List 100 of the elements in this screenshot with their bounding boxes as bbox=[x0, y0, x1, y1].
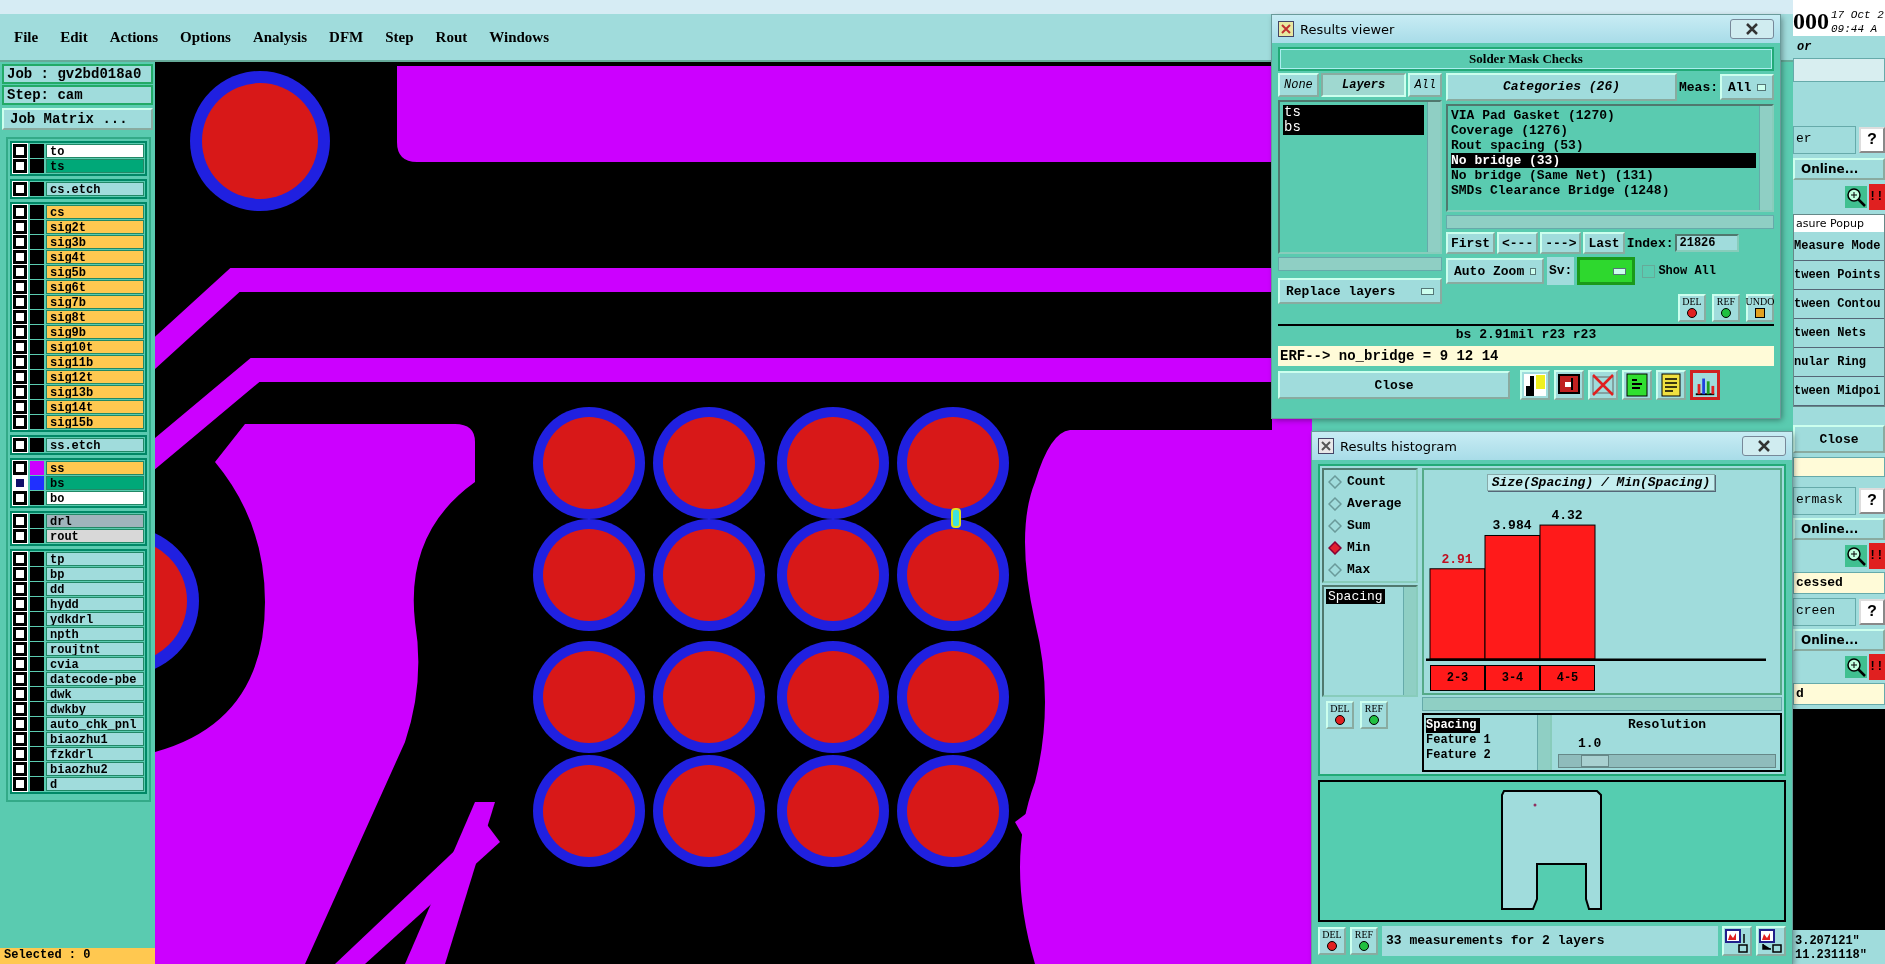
layer-checkbox[interactable] bbox=[13, 491, 27, 505]
layer-name[interactable]: ss bbox=[46, 461, 144, 475]
scrollbar[interactable] bbox=[1537, 715, 1550, 770]
menu-item[interactable]: DFM bbox=[329, 26, 364, 48]
zoom-dropdown[interactable]: Auto Zoom bbox=[1446, 258, 1544, 284]
meas-dropdown[interactable]: All bbox=[1720, 74, 1774, 100]
layer-name[interactable]: dd bbox=[46, 582, 144, 596]
layer-checkbox[interactable] bbox=[13, 280, 27, 294]
text-field[interactable] bbox=[1793, 58, 1885, 82]
layer-name[interactable]: rout bbox=[46, 529, 144, 543]
layer-checkbox[interactable] bbox=[13, 265, 27, 279]
radio-button[interactable] bbox=[1328, 474, 1342, 489]
layer-name[interactable]: drl bbox=[46, 514, 144, 528]
layer-checkbox[interactable] bbox=[13, 340, 27, 354]
slider-thumb[interactable] bbox=[1580, 755, 1609, 767]
layer-checkbox[interactable] bbox=[13, 582, 27, 596]
zoom-in-icon[interactable] bbox=[1845, 545, 1867, 567]
nav-button[interactable]: First bbox=[1446, 232, 1495, 254]
layer-checkbox[interactable] bbox=[13, 687, 27, 701]
layer-checkbox[interactable] bbox=[13, 514, 27, 528]
radio-button[interactable] bbox=[1328, 518, 1342, 533]
popup-item[interactable]: Measure Mode bbox=[1794, 232, 1884, 261]
layer-name[interactable]: dwk bbox=[46, 687, 144, 701]
close-icon[interactable] bbox=[1742, 436, 1786, 456]
scrollbar[interactable] bbox=[1446, 215, 1774, 229]
layer-name[interactable]: sig9b bbox=[46, 325, 144, 339]
histogram-bar[interactable] bbox=[1484, 535, 1541, 660]
zoom-in-icon[interactable] bbox=[1845, 186, 1867, 208]
layer-checkbox[interactable] bbox=[13, 627, 27, 641]
toolbar-button[interactable] bbox=[1690, 370, 1720, 400]
scrollbar[interactable] bbox=[1403, 587, 1416, 695]
radio-button[interactable] bbox=[1328, 562, 1342, 577]
layer-name[interactable]: auto_chk_pnl bbox=[46, 717, 144, 731]
layer-checkbox[interactable] bbox=[13, 385, 27, 399]
layer-checkbox[interactable] bbox=[13, 235, 27, 249]
layer-checkbox[interactable] bbox=[13, 732, 27, 746]
layer-name[interactable]: bo bbox=[46, 491, 144, 505]
list-item[interactable]: No bridge (33) bbox=[1451, 153, 1756, 168]
layer-name[interactable]: sig12t bbox=[46, 370, 144, 384]
layer-checkbox[interactable] bbox=[13, 461, 27, 475]
layer-name[interactable]: datecode-pbe bbox=[46, 672, 144, 686]
histogram-bar[interactable] bbox=[1429, 568, 1486, 660]
action-button[interactable]: REF bbox=[1360, 701, 1388, 729]
layer-name[interactable]: roujtnt bbox=[46, 642, 144, 656]
layer-name[interactable]: sig10t bbox=[46, 340, 144, 354]
list-item[interactable]: Feature 2 bbox=[1426, 748, 1535, 763]
popup-item[interactable]: tween Contou bbox=[1794, 290, 1884, 319]
layer-checkbox[interactable] bbox=[13, 310, 27, 324]
nav-button[interactable]: ---> bbox=[1540, 232, 1582, 254]
scrollbar[interactable] bbox=[1427, 102, 1440, 252]
nav-button[interactable]: <--- bbox=[1497, 232, 1539, 254]
layer-checkbox[interactable] bbox=[13, 159, 27, 173]
online-button[interactable]: Online... bbox=[1793, 629, 1885, 651]
layer-checkbox[interactable] bbox=[13, 400, 27, 414]
list-item[interactable]: Spacing bbox=[1426, 718, 1481, 733]
action-button[interactable]: REF bbox=[1350, 927, 1378, 955]
layer-name[interactable]: cs bbox=[46, 205, 144, 219]
menu-item[interactable]: Step bbox=[385, 26, 414, 48]
sv-dropdown[interactable] bbox=[1577, 257, 1636, 285]
list-item[interactable]: ts bbox=[1283, 105, 1424, 120]
action-button[interactable]: DEL bbox=[1678, 294, 1706, 322]
layer-name[interactable]: sig6t bbox=[46, 280, 144, 294]
index-field[interactable]: 21826 bbox=[1675, 234, 1740, 252]
layer-tab[interactable]: None bbox=[1278, 73, 1319, 97]
layer-name[interactable]: ss.etch bbox=[46, 438, 144, 452]
layer-name[interactable]: biaozhu2 bbox=[46, 762, 144, 776]
list-item[interactable]: Coverage (1276) bbox=[1451, 123, 1756, 138]
scrollbar[interactable] bbox=[1759, 106, 1772, 210]
layer-checkbox[interactable] bbox=[13, 642, 27, 656]
layer-name[interactable]: sig15b bbox=[46, 415, 144, 429]
layer-checkbox[interactable] bbox=[13, 144, 27, 158]
action-button[interactable]: REF bbox=[1712, 294, 1740, 322]
layer-name[interactable]: sig5b bbox=[46, 265, 144, 279]
layer-name[interactable]: ydkdrl bbox=[46, 612, 144, 626]
zoom-in-icon[interactable] bbox=[1845, 656, 1867, 678]
menu-item[interactable]: Rout bbox=[435, 26, 468, 48]
layer-checkbox[interactable] bbox=[13, 250, 27, 264]
layer-name[interactable]: d bbox=[46, 777, 144, 791]
layer-name[interactable]: dwkby bbox=[46, 702, 144, 716]
layer-name[interactable]: sig14t bbox=[46, 400, 144, 414]
layer-name[interactable]: cvia bbox=[46, 657, 144, 671]
action-button[interactable]: UNDO bbox=[1746, 294, 1774, 322]
list-item[interactable]: SMDs Clearance Bridge (1248) bbox=[1451, 183, 1756, 198]
list-item[interactable]: Feature 1 bbox=[1426, 733, 1535, 748]
online-button[interactable]: Online... bbox=[1793, 518, 1885, 540]
popup-item[interactable]: nular Ring bbox=[1794, 348, 1884, 377]
close-icon[interactable] bbox=[1730, 19, 1774, 39]
layer-checkbox[interactable] bbox=[13, 205, 27, 219]
replace-layers-dropdown[interactable]: Replace layers bbox=[1278, 278, 1442, 304]
scrollbar[interactable] bbox=[1422, 697, 1782, 711]
help-button[interactable]: ? bbox=[1859, 127, 1885, 153]
layer-name[interactable]: tp bbox=[46, 552, 144, 566]
show-all-checkbox[interactable] bbox=[1642, 264, 1656, 278]
layer-name[interactable]: bp bbox=[46, 567, 144, 581]
layer-tab[interactable]: Layers bbox=[1320, 73, 1407, 97]
layer-checkbox[interactable] bbox=[13, 567, 27, 581]
layer-checkbox[interactable] bbox=[13, 370, 27, 384]
menu-item[interactable]: File bbox=[14, 26, 39, 48]
categories-header[interactable]: Categories (26) bbox=[1446, 73, 1677, 101]
nav-button[interactable]: Last bbox=[1583, 232, 1625, 254]
